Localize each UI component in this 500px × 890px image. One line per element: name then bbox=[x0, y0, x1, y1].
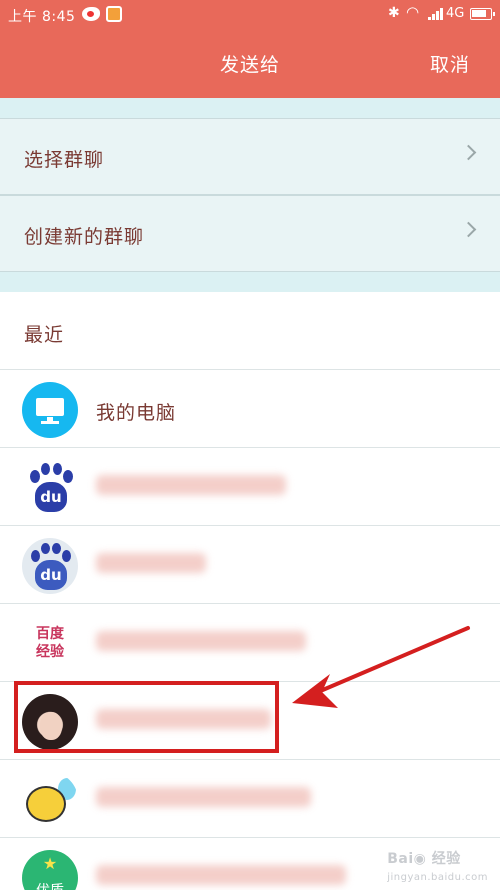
baidu-paw-logo: du bbox=[22, 538, 78, 594]
cancel-button[interactable]: 取消 bbox=[430, 50, 470, 77]
blurred-contact-name bbox=[96, 631, 306, 651]
bluetooth-icon: ✱ bbox=[388, 5, 400, 21]
status-time: 上午 8:45 bbox=[8, 9, 76, 25]
chevron-right-icon bbox=[460, 144, 477, 161]
select-group-chat-label: 选择群聊 bbox=[24, 149, 105, 171]
wifi-icon: ◠ bbox=[406, 3, 420, 21]
status-bar: 上午 8:45 ✱ ◠ 4G bbox=[0, 0, 500, 30]
select-group-chat-row[interactable]: 选择群聊 bbox=[0, 118, 500, 195]
contact-item[interactable] bbox=[0, 760, 500, 838]
blurred-contact-name bbox=[96, 553, 206, 573]
computer-icon bbox=[22, 382, 78, 438]
app-notification-icon bbox=[106, 6, 122, 22]
recent-label: 最近 bbox=[24, 324, 65, 346]
create-group-chat-label: 创建新的群聊 bbox=[24, 226, 145, 248]
weibo-icon bbox=[82, 7, 100, 21]
nav-header: 发送给 取消 bbox=[0, 30, 500, 98]
annotation-highlight-box bbox=[14, 681, 279, 753]
chick-icon bbox=[22, 772, 78, 828]
contact-item[interactable]: 百度 经验 bbox=[0, 604, 500, 682]
blurred-contact-name bbox=[96, 475, 286, 495]
recent-section-header: 最近 bbox=[0, 292, 500, 370]
baidu-watermark: Bai◉ 经验 jingyan.baidu.com bbox=[387, 851, 488, 883]
youzhi-badge: ★优质 bbox=[22, 850, 78, 890]
blurred-contact-name bbox=[96, 787, 311, 807]
contact-item[interactable]: du bbox=[0, 526, 500, 604]
options-section: 选择群聊 创建新的群聊 bbox=[0, 98, 500, 292]
network-type: 4G bbox=[446, 6, 465, 21]
contact-item-my-computer[interactable]: 我的电脑 bbox=[0, 370, 500, 448]
chevron-right-icon bbox=[460, 221, 477, 238]
contact-item[interactable]: du bbox=[0, 448, 500, 526]
contact-name: 我的电脑 bbox=[96, 402, 177, 424]
baidu-jingyan-logo: 百度 经验 bbox=[22, 616, 78, 672]
page-title: 发送给 bbox=[219, 54, 280, 76]
create-group-chat-row[interactable]: 创建新的群聊 bbox=[0, 195, 500, 272]
signal-icon bbox=[428, 8, 446, 20]
blurred-contact-name bbox=[96, 865, 346, 885]
battery-icon bbox=[470, 8, 495, 20]
baidu-paw-logo: du bbox=[22, 460, 78, 516]
